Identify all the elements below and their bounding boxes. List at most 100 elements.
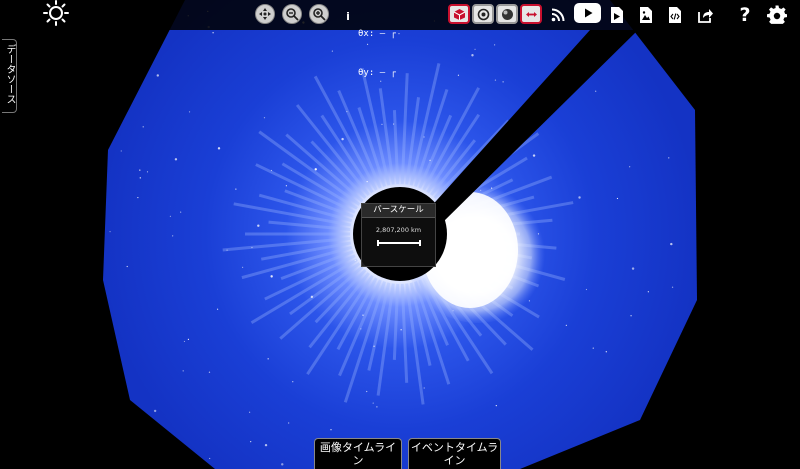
scale-bar-title: バースケール bbox=[362, 204, 435, 218]
background-star bbox=[242, 266, 244, 268]
scale-bar-panel[interactable]: バースケール 2,807,200 km bbox=[361, 203, 436, 267]
background-star bbox=[188, 111, 191, 113]
background-star bbox=[474, 48, 476, 50]
background-star bbox=[354, 259, 356, 261]
background-star bbox=[457, 74, 460, 76]
background-star bbox=[565, 324, 567, 326]
background-star bbox=[630, 315, 632, 317]
background-star bbox=[471, 54, 474, 57]
background-star bbox=[376, 406, 378, 408]
background-star bbox=[360, 328, 362, 330]
zoom-in-icon bbox=[313, 8, 326, 21]
screenshot-button[interactable] bbox=[637, 4, 655, 26]
background-star bbox=[381, 123, 383, 125]
scale-bar-value: 2,807,200 km bbox=[375, 226, 422, 234]
background-star bbox=[592, 347, 594, 349]
data-source-tab[interactable]: データソース bbox=[2, 39, 17, 113]
image-timeline-label: 画像タイムライン bbox=[319, 441, 397, 467]
embed-button[interactable] bbox=[666, 4, 684, 26]
background-star bbox=[288, 422, 290, 424]
event-timeline-button[interactable]: イベントタイムライン bbox=[408, 438, 501, 469]
3d-view-button[interactable] bbox=[448, 4, 470, 24]
background-star bbox=[263, 117, 266, 119]
youtube-icon bbox=[584, 8, 592, 18]
background-star bbox=[226, 249, 228, 251]
background-star bbox=[267, 358, 269, 360]
background-star bbox=[314, 168, 317, 171]
background-star bbox=[281, 463, 284, 466]
background-star bbox=[251, 246, 253, 249]
settings-icon bbox=[767, 5, 787, 24]
background-star bbox=[153, 409, 157, 413]
background-star bbox=[249, 411, 251, 413]
background-star bbox=[393, 123, 395, 125]
background-star bbox=[423, 136, 425, 138]
movie-icon bbox=[611, 7, 623, 23]
helioviewer-logo-icon[interactable] bbox=[42, 0, 70, 26]
background-star bbox=[495, 405, 497, 407]
background-star bbox=[362, 314, 364, 316]
circle-view-button[interactable] bbox=[472, 4, 494, 24]
background-star bbox=[400, 329, 402, 331]
zoom-in-button[interactable] bbox=[309, 4, 329, 24]
background-star bbox=[494, 44, 496, 46]
background-star bbox=[156, 74, 159, 77]
background-star bbox=[209, 457, 211, 460]
view-mode-group bbox=[448, 4, 542, 24]
zoom-out-button[interactable] bbox=[282, 4, 302, 24]
share-icon bbox=[697, 9, 713, 23]
background-star bbox=[142, 126, 144, 128]
info-icon[interactable]: i bbox=[343, 10, 353, 24]
embed-icon bbox=[669, 7, 681, 23]
scale-bar-line bbox=[377, 240, 421, 246]
background-star bbox=[126, 265, 128, 268]
coord-y-label: θy: bbox=[358, 68, 375, 78]
background-star bbox=[270, 275, 273, 278]
sphere-icon bbox=[501, 8, 513, 20]
background-star bbox=[373, 345, 375, 347]
top-toolbar: i θx: – ┌ θy: – ┌ ? bbox=[0, 0, 800, 78]
background-star bbox=[346, 110, 348, 113]
background-star bbox=[494, 79, 497, 81]
image-icon bbox=[640, 7, 652, 23]
background-star bbox=[578, 196, 581, 199]
movie-button[interactable] bbox=[608, 4, 626, 26]
background-star bbox=[264, 443, 268, 447]
center-button[interactable] bbox=[255, 4, 275, 24]
background-star bbox=[137, 196, 139, 199]
background-star bbox=[257, 224, 260, 227]
background-star bbox=[180, 211, 182, 213]
background-star bbox=[172, 235, 174, 237]
center-icon bbox=[259, 8, 271, 20]
settings-button[interactable] bbox=[766, 4, 788, 26]
background-star bbox=[429, 159, 431, 161]
background-star bbox=[366, 181, 368, 183]
background-star bbox=[187, 338, 190, 340]
background-star bbox=[270, 169, 273, 172]
rss-button[interactable] bbox=[549, 4, 567, 26]
background-star bbox=[182, 370, 184, 372]
background-star bbox=[169, 215, 171, 217]
background-star bbox=[668, 157, 670, 159]
background-star bbox=[671, 286, 674, 288]
background-star bbox=[366, 390, 368, 393]
background-star bbox=[605, 351, 607, 353]
coord-x-label: θx: bbox=[358, 29, 375, 39]
share-button[interactable] bbox=[695, 4, 715, 26]
coordinate-readout: θx: – ┌ θy: – ┌ bbox=[358, 2, 396, 106]
sphere-view-button[interactable] bbox=[496, 4, 518, 24]
background-star bbox=[647, 291, 649, 293]
background-star bbox=[146, 171, 149, 173]
youtube-button[interactable] bbox=[574, 3, 601, 23]
background-star bbox=[372, 402, 374, 404]
background-star bbox=[212, 32, 214, 34]
background-star bbox=[341, 137, 344, 141]
event-timeline-label: イベントタイムライン bbox=[410, 441, 499, 467]
background-star bbox=[285, 185, 287, 187]
background-star bbox=[174, 158, 178, 161]
help-icon[interactable]: ? bbox=[738, 4, 752, 26]
image-timeline-button[interactable]: 画像タイムライン bbox=[314, 438, 402, 469]
background-star bbox=[398, 33, 400, 35]
resize-button[interactable] bbox=[520, 4, 542, 24]
coord-x-value: – ┌ bbox=[379, 29, 396, 39]
